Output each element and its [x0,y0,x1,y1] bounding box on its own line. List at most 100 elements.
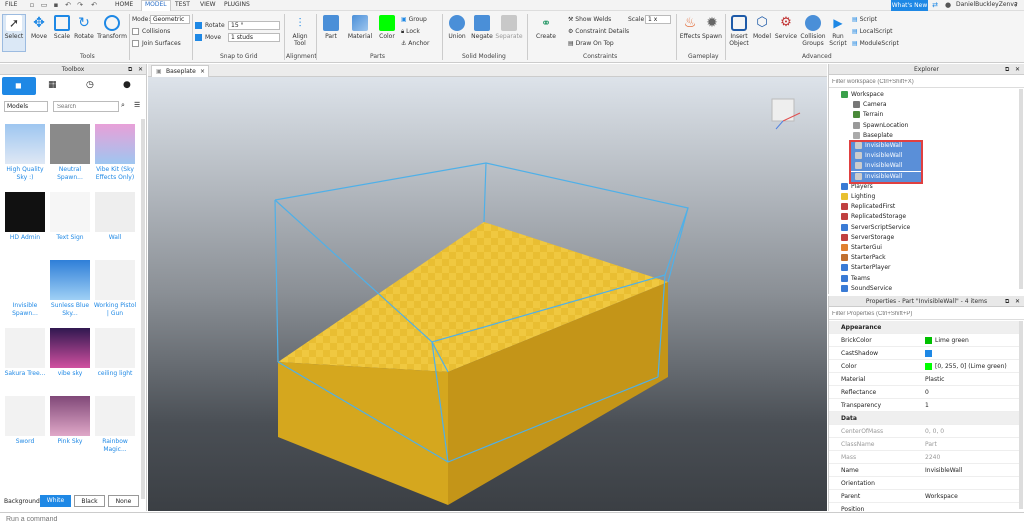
explorer-item[interactable]: Workspace [829,90,1019,100]
collisions-toggle[interactable]: Collisions [132,28,170,35]
local-script-button[interactable]: ▤ LocalScript [852,28,893,35]
rotate-snap-toggle[interactable]: Rotate [195,22,225,29]
menu-file[interactable]: FILE [5,1,17,8]
property-value[interactable]: Workspace [925,490,958,503]
new-file-icon[interactable]: ▫ [28,1,36,9]
separate-button[interactable]: Separate [495,15,523,40]
anchor-button[interactable]: ⚓︎ Anchor [401,40,429,47]
property-value[interactable]: 1 [925,399,929,412]
explorer-item[interactable]: ReplicatedFirst [829,202,1019,212]
command-input[interactable] [6,516,606,523]
lock-button[interactable]: 🔒︎ Lock [401,28,420,36]
menu-view[interactable]: VIEW [200,1,216,8]
scrollbar[interactable] [141,119,145,499]
insert-object-button[interactable]: Insert Object [728,15,750,47]
join-surfaces-checkbox[interactable] [132,40,139,47]
toolbox-item[interactable]: Pink Sky [48,396,92,446]
category-select[interactable]: Models [4,101,48,112]
bg-none-button[interactable]: None [108,495,139,507]
module-script-button[interactable]: ▤ ModuleScript [852,40,899,47]
properties-filter-input[interactable] [829,308,1024,320]
explorer-item[interactable]: Lighting [829,192,1019,202]
panel-float-icon[interactable]: ⧉ [128,66,132,74]
scrollbar[interactable] [1019,321,1023,509]
toolbox-item[interactable]: Wall [93,192,137,242]
tab-close-icon[interactable]: × [200,66,205,77]
part-button[interactable]: Part [318,15,344,40]
explorer-item[interactable]: StarterPlayer [829,263,1019,273]
tab-marketplace[interactable]: ◼ [2,77,36,95]
bg-white-button[interactable]: White [40,495,71,507]
effects-button[interactable]: ♨ Effects [679,15,701,40]
3d-viewport[interactable] [148,77,827,511]
property-row[interactable]: Orientation [829,477,1019,490]
join-surfaces-toggle[interactable]: Join Surfaces [132,40,181,47]
panel-float-icon[interactable]: ⧉ [1005,298,1009,306]
toolbox-item[interactable]: ceiling light [93,328,137,378]
tab-recent[interactable]: ◷ [86,80,94,90]
menu-home[interactable]: HOME [115,1,133,8]
explorer-filter-input[interactable] [829,76,1024,88]
toolbox-item[interactable]: Neutral Spawn... [48,124,92,182]
user-avatar-icon[interactable]: ● [944,1,952,9]
scale-tool-button[interactable]: Scale [51,15,73,40]
explorer-item[interactable]: StarterGui [829,243,1019,253]
panel-close-icon[interactable]: ✕ [138,66,143,73]
menu-plugins[interactable]: PLUGINS [224,1,250,8]
transform-tool-button[interactable]: Transform [96,15,128,40]
toolbox-item[interactable]: High Quality Sky :) [3,124,47,182]
tab-creations[interactable]: ● [123,80,131,90]
move-tool-button[interactable]: ✥ Move [28,15,50,40]
service-button[interactable]: ⚙ Service [774,15,798,40]
checkbox[interactable] [925,350,932,357]
property-section[interactable]: Appearance [829,321,1019,334]
rotate-snap-checkbox[interactable] [195,22,202,29]
toolbox-item[interactable]: Sakura Tree... [3,328,47,378]
mode-select[interactable]: Geometric [150,15,190,24]
property-value[interactable]: Part [925,438,937,451]
move-snap-checkbox[interactable] [195,34,202,41]
redo-icon[interactable]: ↷ [76,1,84,9]
constraint-details-button[interactable]: ⚙︎ Constraint Details [568,28,629,35]
group-button[interactable]: ▣ Group [401,16,427,23]
rotate-snap-input[interactable]: 15 ° [228,21,280,30]
toolbox-item[interactable]: Working Pistol | Gun [93,260,137,318]
property-row[interactable]: Name InvisibleWall [829,464,1019,477]
undo-history-icon[interactable]: ↶ [90,1,98,9]
toolbox-item[interactable]: Invisible Spawn... [3,260,47,318]
create-constraint-button[interactable]: ⚭ Create [534,15,558,40]
explorer-item[interactable]: SoundService [829,284,1019,294]
menu-model[interactable]: MODEL [141,0,171,11]
property-value[interactable] [925,347,932,360]
model-button[interactable]: ⬡ Model [751,15,773,40]
filter-icon[interactable]: ☰ [134,101,140,109]
explorer-item[interactable]: ServerStorage [829,233,1019,243]
property-row[interactable]: Color [0, 255, 0] (Lime green) [829,360,1019,373]
negate-button[interactable]: Negate [470,15,494,40]
toolbox-search-input[interactable] [53,101,119,112]
property-value[interactable]: Lime green [925,334,969,347]
property-value[interactable]: InvisibleWall [925,464,962,477]
move-snap-toggle[interactable]: Move [195,34,221,41]
username[interactable]: DanielBuckleyZenva [956,1,1018,8]
panel-float-icon[interactable]: ⧉ [1005,66,1009,74]
align-tool-button[interactable]: ⫶ Align Tool [287,15,313,47]
property-row[interactable]: Mass 2240 [829,451,1019,464]
toolbox-item[interactable]: Text Sign [48,192,92,242]
toolbox-item[interactable]: Rainbow Magic... [93,396,137,454]
toolbox-item[interactable]: Vibe Kit (Sky Effects Only) [93,124,137,182]
select-tool-button[interactable]: ➚ Select [2,14,26,52]
property-row[interactable]: BrickColor Lime green [829,334,1019,347]
property-row[interactable]: Transparency 1 [829,399,1019,412]
toolbox-item[interactable]: vibe sky [48,328,92,378]
explorer-item[interactable]: Teams [829,274,1019,284]
bg-black-button[interactable]: Black [74,495,105,507]
tab-inventory[interactable]: ▦ [48,80,57,90]
share-icon[interactable]: ⇄ [931,1,939,9]
spawn-button[interactable]: ✹ Spawn [701,15,723,40]
property-row[interactable]: ClassName Part [829,438,1019,451]
script-button[interactable]: ▤ Script [852,16,877,23]
property-row[interactable]: CenterOfMass 0, 0, 0 [829,425,1019,438]
property-row[interactable]: CastShadow [829,347,1019,360]
explorer-item[interactable]: ReplicatedStorage [829,212,1019,222]
